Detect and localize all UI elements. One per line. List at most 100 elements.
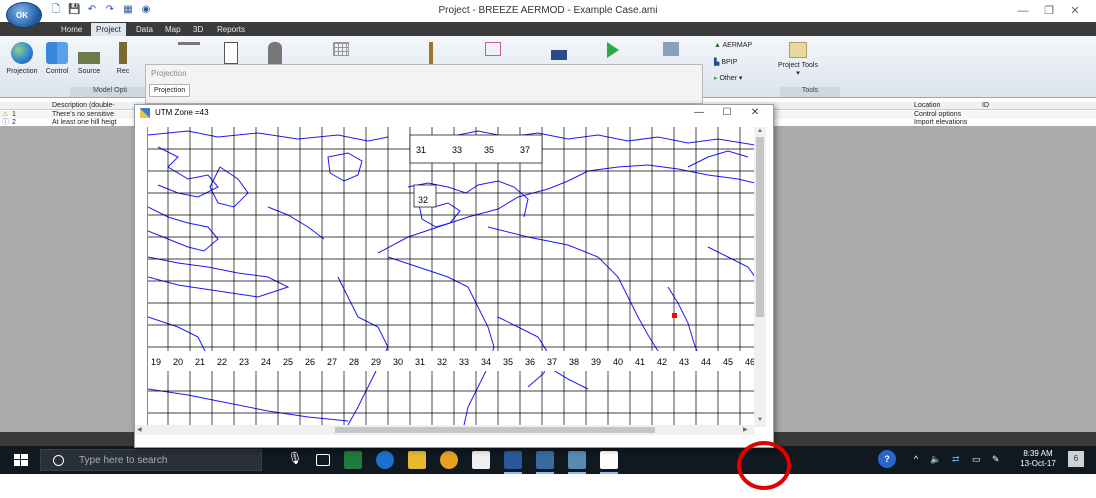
projection-button[interactable]: Projection: [4, 42, 40, 75]
header-location[interactable]: Location: [914, 102, 940, 110]
close-button[interactable]: ✕: [1062, 2, 1088, 20]
photos-icon[interactable]: [600, 451, 618, 474]
utm-close-button[interactable]: ✕: [741, 105, 769, 121]
control-button[interactable]: Control: [42, 42, 72, 75]
aermap-label: AERMAP: [722, 42, 753, 49]
app-logo-text: OK: [16, 11, 28, 20]
search-placeholder: Type here to search: [79, 455, 168, 466]
volume-icon[interactable]: 🔈: [930, 454, 941, 465]
taskbar-search-input[interactable]: Type here to search: [40, 449, 262, 471]
tab-map[interactable]: Map: [160, 23, 186, 36]
chevron-up-icon[interactable]: ^: [914, 454, 918, 464]
zone-label: 30: [393, 357, 403, 367]
pin-icon: [429, 42, 433, 64]
tab-home[interactable]: Home: [56, 23, 87, 36]
source-button[interactable]: Source: [74, 42, 104, 75]
building-button[interactable]: [546, 42, 572, 64]
row-number: 1: [12, 111, 16, 118]
utm-window-icon: [140, 108, 150, 118]
help-circle-icon[interactable]: ?: [878, 450, 896, 468]
utm-zone-map[interactable]: 31 33 35 37 32 19 20 21 22 23 24 25 26 27 28 29 30 31 32…: [147, 127, 756, 426]
zone-label: 43: [679, 357, 689, 367]
horizontal-scroll-thumb[interactable]: [335, 427, 655, 433]
zone-label: 33: [459, 357, 469, 367]
app-logo[interactable]: OK: [6, 2, 42, 28]
zone-label: 26: [305, 357, 315, 367]
clock-time[interactable]: 8:39 AM: [1018, 449, 1058, 458]
horizontal-scrollbar[interactable]: ◀ ▶: [135, 425, 754, 435]
area-button[interactable]: [480, 42, 506, 60]
run-button[interactable]: [600, 42, 626, 62]
window-title: Project - BREEZE AERMOD - Example Case.a…: [438, 5, 658, 16]
mid-zone-labels: 32: [418, 195, 428, 205]
zone-label: 29: [371, 357, 381, 367]
tab-project[interactable]: Project: [91, 23, 126, 36]
zone-label: 39: [591, 357, 601, 367]
minimize-button[interactable]: —: [1010, 2, 1036, 20]
zone-label: 38: [569, 357, 579, 367]
task-view-icon[interactable]: [316, 454, 330, 466]
edge-icon[interactable]: [376, 451, 394, 469]
receptor-label: Rec: [116, 68, 130, 75]
zone-label: 32: [437, 357, 447, 367]
scroll-down-icon[interactable]: ▼: [757, 417, 763, 423]
zone-label: 27: [327, 357, 337, 367]
header-description[interactable]: Description (double-: [52, 102, 115, 110]
document-icon: [224, 42, 238, 64]
store-icon[interactable]: [472, 451, 490, 469]
taskbar: Type here to search 🎙 ? ^ 🔈 ⇄ ▭ ✎ 8:39 A…: [0, 446, 1096, 474]
vertical-scroll-thumb[interactable]: [756, 137, 764, 317]
network-icon[interactable]: ⇄: [952, 454, 960, 465]
meteorology-button[interactable]: [176, 42, 202, 56]
utm-title-bar[interactable]: UTM Zone =43 — ☐ ✕: [135, 105, 773, 121]
play-icon: [607, 42, 619, 58]
annotation-circle: [737, 441, 791, 490]
microphone-icon[interactable]: 🎙: [286, 451, 304, 469]
chrome-icon[interactable]: [440, 451, 458, 469]
scroll-right-icon[interactable]: ▶: [743, 426, 748, 433]
battery-icon[interactable]: ▭: [972, 454, 981, 465]
scroll-up-icon[interactable]: ▲: [757, 128, 763, 134]
vertical-scrollbar[interactable]: ▲ ▼: [754, 127, 766, 427]
grid-button[interactable]: [328, 42, 354, 60]
utm-minimize-button[interactable]: —: [685, 105, 713, 121]
word-icon[interactable]: [504, 451, 522, 474]
file-explorer-icon[interactable]: [408, 451, 426, 469]
project-tools-label: Project Tools ▾: [778, 62, 818, 77]
windows-start-icon[interactable]: [14, 454, 28, 466]
zone-label: 35: [484, 145, 494, 155]
notification-icon[interactable]: 6: [1068, 451, 1084, 467]
other-label: Other ▾: [719, 75, 743, 82]
window-controls: — ❐ ✕: [1010, 2, 1088, 20]
area-icon: [485, 42, 501, 56]
aermap-button[interactable]: ▲ AERMAP: [714, 42, 752, 49]
header-id[interactable]: ID: [982, 102, 989, 110]
row-location: Control options: [914, 111, 962, 118]
ribbon-tabs: Home Project Data Map 3D Reports: [0, 22, 1096, 36]
bpip-button[interactable]: ▙ BPIP: [714, 58, 737, 66]
restore-button[interactable]: ❐: [1036, 2, 1062, 20]
scroll-left-icon[interactable]: ◀: [137, 426, 142, 433]
output-button[interactable]: [658, 42, 684, 60]
outlook-icon[interactable]: [536, 451, 554, 474]
pen-icon[interactable]: ✎: [992, 454, 1000, 465]
projection-popup-tab[interactable]: Projection: [149, 84, 191, 97]
tab-3d[interactable]: 3D: [188, 23, 208, 36]
breeze-app-icon[interactable]: [568, 451, 586, 474]
tab-data[interactable]: Data: [131, 23, 158, 36]
coastlines: [147, 130, 756, 426]
receptor-icon: [119, 42, 127, 64]
excel-icon[interactable]: [344, 451, 362, 469]
zone-label: 20: [173, 357, 183, 367]
tab-reports[interactable]: Reports: [212, 23, 250, 36]
utm-maximize-button[interactable]: ☐: [713, 105, 741, 121]
receptor-button[interactable]: Rec: [110, 42, 136, 75]
zone-label: 40: [613, 357, 623, 367]
project-tools-button[interactable]: Project Tools ▾: [778, 42, 818, 77]
factory-icon: [78, 42, 100, 64]
other-button[interactable]: ▸ Other ▾: [714, 74, 742, 82]
zone-label: 28: [349, 357, 359, 367]
zone-label: 33: [452, 145, 462, 155]
zone-label: 32: [418, 195, 428, 205]
clock-date[interactable]: 13-Oct-17: [1018, 459, 1058, 468]
